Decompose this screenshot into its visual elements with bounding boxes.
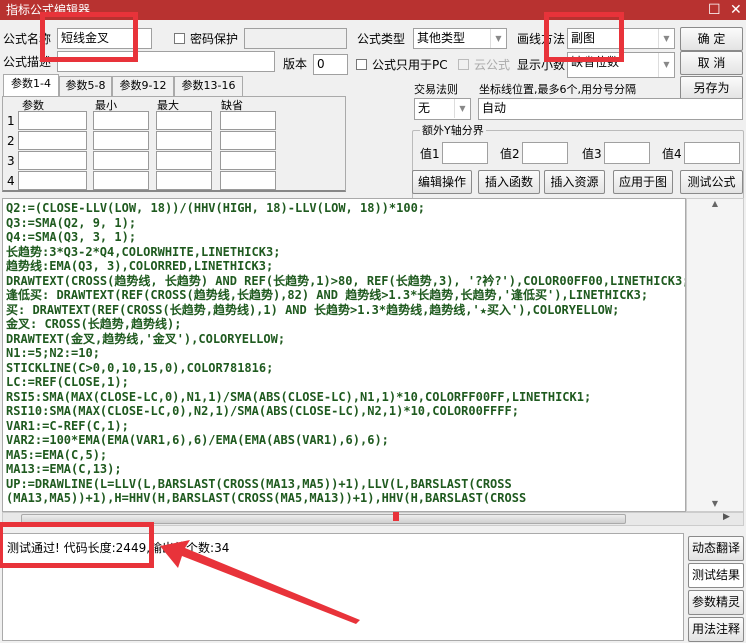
annotation-box-result (0, 522, 154, 568)
code-line: Q4:=SMA(Q3, 3, 1); (6, 230, 685, 245)
code-line: RSI5:SMA(MAX(CLOSE-LC,0),N1,1)/SMA(ABS(C… (6, 390, 685, 405)
code-line: LC:=REF(CLOSE,1); (6, 375, 685, 390)
y-value-input[interactable] (442, 142, 488, 164)
param-cell[interactable] (93, 131, 149, 150)
scroll-right-icon[interactable]: ▶ (723, 512, 730, 522)
type-select[interactable]: 其他类型 ▼ (413, 28, 507, 49)
chevron-down-icon: ▼ (490, 29, 506, 48)
tab-params-1-4[interactable]: 参数1-4 (3, 74, 59, 96)
annotation-box-name (40, 12, 138, 62)
version-input[interactable]: 0 (313, 54, 348, 75)
y-value-label: 值3 (582, 144, 602, 164)
param-cell[interactable] (93, 111, 149, 130)
param-cell[interactable] (220, 111, 276, 130)
type-value: 其他类型 (417, 31, 465, 45)
cancel-button[interactable]: 取 消 (680, 51, 743, 75)
tab-params-9-12[interactable]: 参数9-12 (112, 76, 174, 96)
param-cell[interactable] (156, 171, 212, 190)
y-value-input[interactable] (684, 142, 740, 164)
param-cell[interactable] (220, 171, 276, 190)
chevron-down-icon: ▼ (454, 99, 470, 118)
tab-params-13-16[interactable]: 参数13-16 (174, 76, 243, 96)
chevron-down-icon: ▼ (658, 53, 674, 77)
code-line: MA5:=EMA(C,5); (6, 448, 685, 463)
test-formula-button[interactable]: 测试公式 (680, 170, 743, 194)
code-line: 逢低买: DRAWTEXT(REF(CROSS(趋势线,长趋势),82) AND… (6, 288, 685, 303)
param-cell[interactable] (220, 151, 276, 170)
password-checkbox[interactable] (174, 33, 185, 44)
y-value-input[interactable] (604, 142, 650, 164)
code-line: DRAWTEXT(金叉,趋势线,'金叉'),COLORYELLOW; (6, 332, 685, 347)
param-cell[interactable] (18, 151, 87, 170)
extra-y-label: 额外Y轴分界 (420, 121, 486, 141)
insert-function-button[interactable]: 插入函数 (478, 170, 540, 194)
y-value-input[interactable] (522, 142, 568, 164)
trade-rule-select[interactable]: 无▼ (414, 98, 471, 120)
code-line: STICKLINE(C>0,0,10,15,0),COLOR781816; (6, 361, 685, 376)
axis-input[interactable]: 自动 (478, 98, 743, 120)
side-button[interactable]: 参数精灵 (688, 590, 744, 615)
side-button[interactable]: 动态翻译 (688, 536, 744, 561)
code-line: 长趋势:3*Q3-2*Q4,COLORWHITE,LINETHICK3; (6, 245, 685, 260)
cloud-checkbox[interactable] (458, 59, 469, 70)
param-cell[interactable] (18, 131, 87, 150)
chevron-down-icon: ▼ (658, 29, 674, 48)
pc-only-checkbox[interactable] (356, 59, 367, 70)
code-line: Q3:=SMA(Q2, 9, 1); (6, 216, 685, 231)
version-label: 版本 (283, 54, 307, 74)
code-line: RSI10:SMA(MAX(CLOSE-LC,0),N2,1)/SMA(ABS(… (6, 404, 685, 419)
code-editor[interactable]: Q2:=(CLOSE-LLV(LOW, 18))/(HHV(HIGH, 18)-… (2, 198, 686, 512)
code-line: 趋势线:EMA(Q3, 3),COLORRED,LINETHICK3; (6, 259, 685, 274)
param-row-number: 4 (7, 171, 15, 191)
annotation-marker (393, 512, 399, 521)
annotation-box-draw (544, 12, 624, 62)
code-line: 金叉: CROSS(长趋势,趋势线); (6, 317, 685, 332)
close-icon[interactable]: ✕ (730, 2, 742, 18)
param-cell[interactable] (93, 171, 149, 190)
code-line: VAR1:=C-REF(C,1); (6, 419, 685, 434)
axis-label: 坐标线位置,最多6个,用分号分隔 (479, 80, 636, 100)
code-line: Q2:=(CLOSE-LLV(LOW, 18))/(HHV(HIGH, 18)-… (6, 201, 685, 216)
param-cell[interactable] (220, 131, 276, 150)
trade-rule-value: 无 (418, 101, 430, 115)
password-label: 密码保护 (190, 29, 238, 49)
edit-ops-button[interactable]: 编辑操作 (412, 170, 472, 194)
cloud-label: 云公式 (474, 55, 510, 75)
ok-button[interactable]: 确 定 (680, 27, 743, 51)
y-value-label: 值2 (500, 144, 520, 164)
scroll-down-icon[interactable]: ▼ (687, 499, 743, 508)
code-line: N1:=5;N2:=10; (6, 346, 685, 361)
param-cell[interactable] (156, 111, 212, 130)
side-button[interactable]: 测试结果 (688, 563, 744, 588)
apply-to-chart-button[interactable]: 应用于图 (613, 170, 673, 194)
code-line: MA13:=EMA(C,13); (6, 462, 685, 477)
code-line: UP:=DRAWLINE(L=LLV(L,BARSLAST(CROSS(MA13… (6, 477, 685, 492)
param-row-number: 2 (7, 131, 15, 151)
trade-rule-label: 交易法则 (414, 80, 458, 100)
maximize-icon[interactable]: ☐ (708, 2, 721, 18)
insert-resource-button[interactable]: 插入资源 (544, 170, 605, 194)
y-value-label: 值1 (420, 144, 440, 164)
password-input[interactable] (244, 28, 347, 49)
code-line: DRAWTEXT(CROSS(趋势线, 长趋势) AND REF(长趋势,1)>… (6, 274, 685, 289)
param-cell[interactable] (18, 111, 87, 130)
code-line: VAR2:=100*EMA(EMA(VAR1,6),6)/EMA(EMA(ABS… (6, 433, 685, 448)
param-cell[interactable] (156, 151, 212, 170)
param-row-number: 3 (7, 151, 15, 171)
code-line: 买: DRAWTEXT(REF(CROSS(长趋势,趋势线),1) AND 长趋… (6, 303, 685, 318)
scroll-up-icon[interactable]: ▲ (687, 199, 743, 208)
pc-only-label: 公式只用于PC (372, 55, 448, 75)
param-row-number: 1 (7, 111, 15, 131)
param-cell[interactable] (18, 171, 87, 190)
param-cell[interactable] (93, 151, 149, 170)
y-value-label: 值4 (662, 144, 682, 164)
code-line: (MA13,MA5))+1),H=HHV(H,BARSLAST(CROSS(MA… (6, 491, 685, 506)
param-cell[interactable] (156, 131, 212, 150)
tab-params-5-8[interactable]: 参数5-8 (59, 76, 112, 96)
save-as-button[interactable]: 另存为 (680, 76, 743, 100)
vertical-scrollbar[interactable]: ▲ ▼ (686, 198, 744, 512)
type-label: 公式类型 (357, 29, 405, 49)
side-button[interactable]: 用法注释 (688, 617, 744, 642)
